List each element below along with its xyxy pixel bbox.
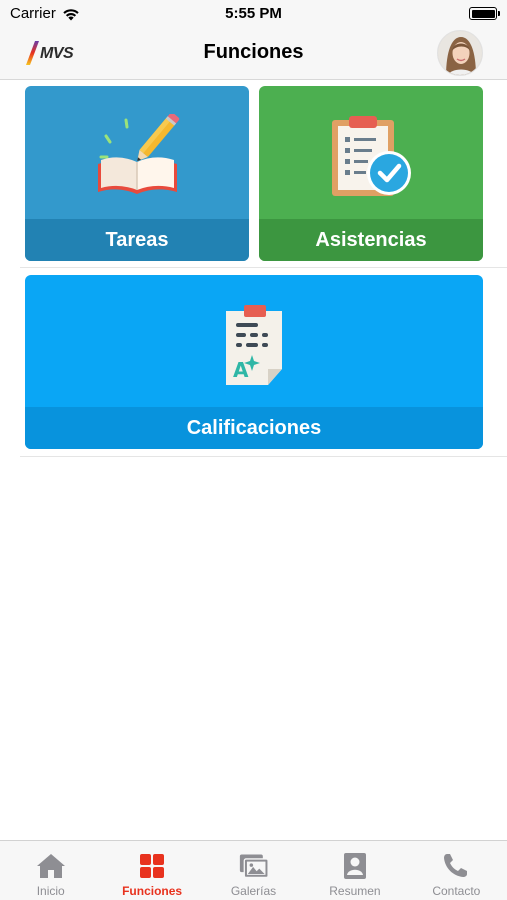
clipboard-check-icon [332, 116, 411, 196]
divider [20, 267, 507, 268]
tab-label: Resumen [329, 884, 381, 898]
battery-icon [469, 7, 500, 20]
graded-paper-icon: A [226, 305, 282, 385]
user-photo-icon [438, 31, 482, 75]
asistencias-tile[interactable]: Asistencias [259, 86, 483, 261]
profile-card-icon [343, 853, 366, 879]
divider [20, 456, 507, 457]
tareas-tile[interactable]: Tareas [25, 86, 249, 261]
tab-label: Inicio [36, 884, 65, 898]
phone-icon [444, 854, 468, 877]
home-icon [36, 854, 65, 878]
tab-label: Contacto [432, 884, 481, 898]
tab-label: Funciones [122, 884, 183, 898]
tab-resumen[interactable]: Resumen [304, 841, 405, 900]
svg-text:A: A [233, 358, 249, 382]
tab-inicio[interactable]: Inicio [0, 841, 101, 900]
status-time: 5:55 PM [225, 5, 282, 22]
avatar[interactable] [437, 30, 483, 76]
tareas-label: Tareas [25, 219, 249, 261]
tab-funciones[interactable]: Funciones [101, 841, 202, 900]
asistencias-label: Asistencias [259, 219, 483, 261]
tab-bar: Inicio Funciones Galerías Resumen Contac… [0, 840, 507, 900]
status-bar: Carrier 5:55 PM [0, 0, 507, 28]
gallery-icon [239, 854, 269, 879]
tab-contacto[interactable]: Contacto [406, 841, 507, 900]
navigation-bar: MVS Funciones [0, 28, 507, 80]
book-pencil-icon [98, 114, 180, 194]
grid-icon [140, 854, 165, 878]
tab-galerias[interactable]: Galerías [203, 841, 304, 900]
page-title: Funciones [203, 41, 304, 63]
calificaciones-label: Calificaciones [25, 407, 483, 449]
tab-label: Galerías [230, 884, 277, 898]
calificaciones-tile[interactable]: A Calificaciones [25, 275, 483, 449]
